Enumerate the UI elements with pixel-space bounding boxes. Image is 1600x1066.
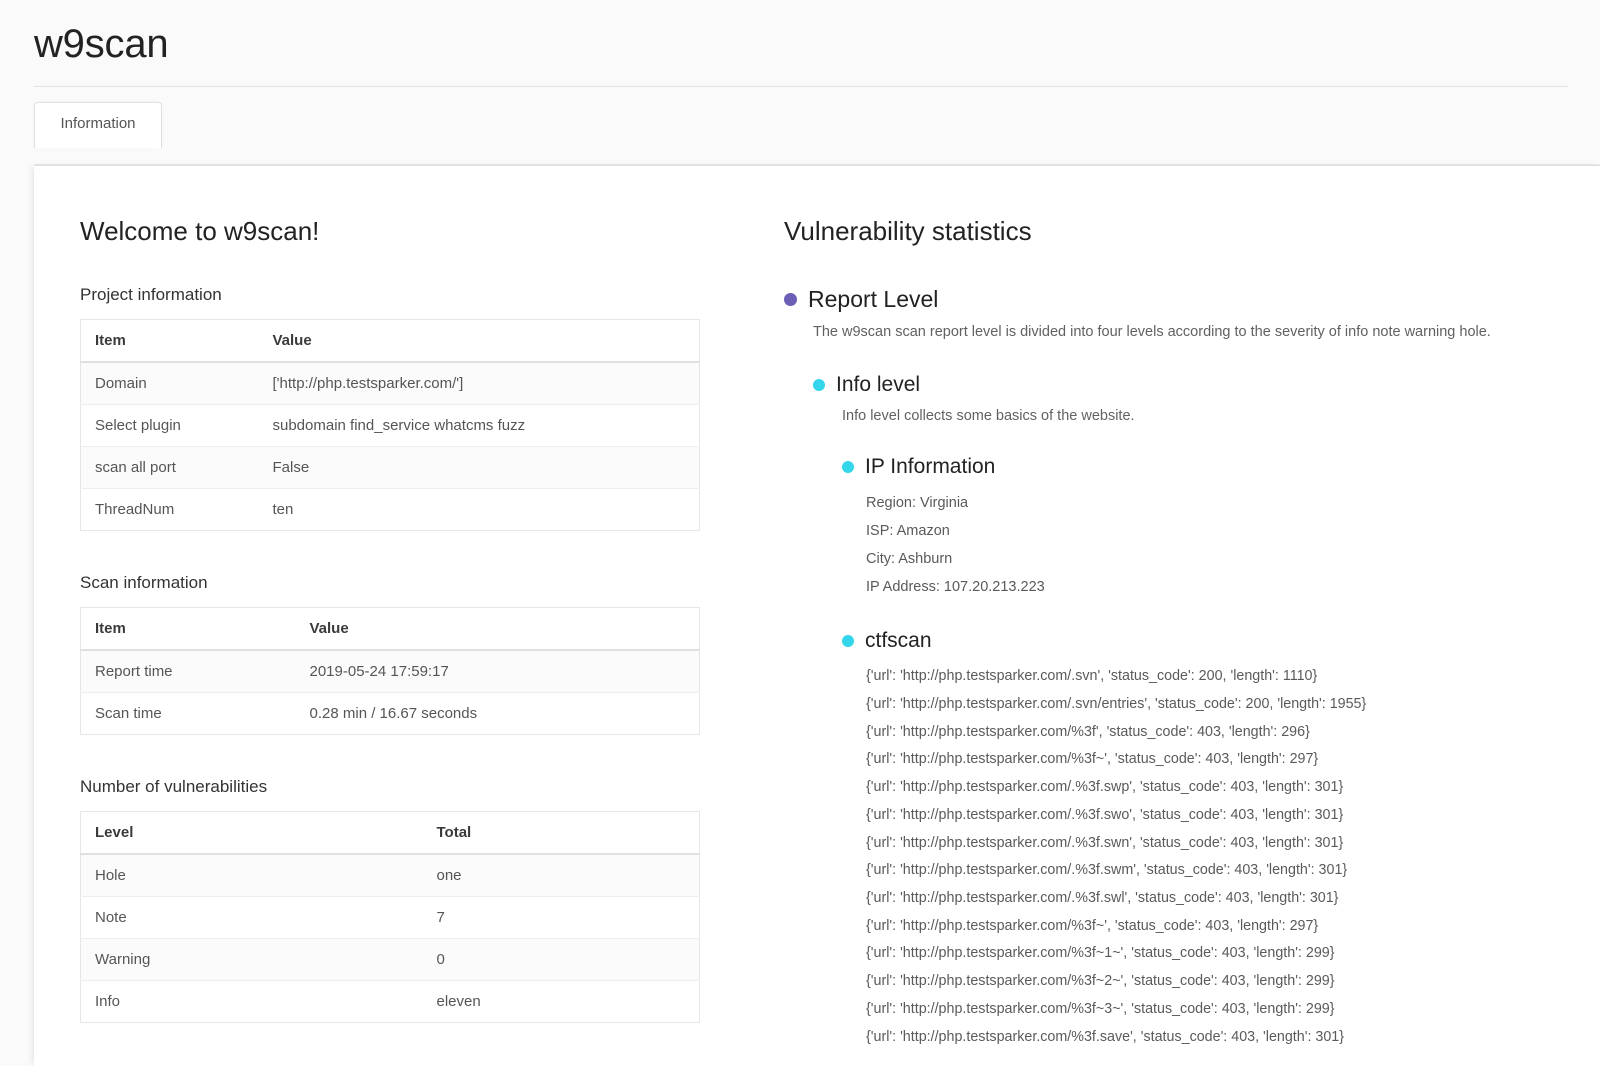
cell-item: Report time [81, 650, 296, 693]
column-header-item: Item [81, 320, 259, 363]
list-item: {'url': 'http://php.testsparker.com/%3f~… [866, 968, 1560, 996]
header-divider [34, 86, 1568, 87]
table-row: Domain ['http://php.testsparker.com/'] [81, 362, 700, 405]
list-item: {'url': 'http://php.testsparker.com/%3f~… [866, 746, 1560, 774]
table-row: Report time 2019-05-24 17:59:17 [81, 650, 700, 693]
info-level-header[interactable]: Info level [813, 372, 1560, 398]
table-row: ThreadNum ten [81, 489, 700, 531]
cell-value: subdomain find_service whatcms fuzz [259, 405, 700, 447]
scan-information-block: Scan information Item Value Report time … [80, 573, 740, 735]
cell-value: False [259, 447, 700, 489]
cell-item: Domain [81, 362, 259, 405]
list-item: {'url': 'http://php.testsparker.com/.svn… [866, 663, 1560, 691]
cell-total-warning: 0 [423, 939, 700, 981]
vulnerability-count-title: Number of vulnerabilities [80, 777, 740, 797]
table-row: scan all port False [81, 447, 700, 489]
list-item: Region: Virginia [866, 490, 1560, 518]
cell-item: scan all port [81, 447, 259, 489]
tab-information[interactable]: Information [34, 102, 162, 148]
info-level-node: Info level Info level collects some basi… [813, 372, 1560, 1052]
list-item: {'url': 'http://php.testsparker.com/%3f'… [866, 719, 1560, 747]
cell-value: ['http://php.testsparker.com/'] [259, 362, 700, 405]
cell-level: Note [81, 897, 423, 939]
project-information-title: Project information [80, 285, 740, 305]
list-item: ISP: Amazon [866, 518, 1560, 546]
table-row: Scan time 0.28 min / 16.67 seconds [81, 693, 700, 735]
column-header-item: Item [81, 608, 296, 651]
cell-level: Hole [81, 854, 423, 897]
report-level-description: The w9scan scan report level is divided … [813, 322, 1560, 344]
report-level-header[interactable]: Report Level [784, 285, 1560, 314]
list-item: {'url': 'http://php.testsparker.com/%3f~… [866, 913, 1560, 941]
table-row: Select plugin subdomain find_service wha… [81, 405, 700, 447]
table-row: Warning 0 [81, 939, 700, 981]
cell-item: Scan time [81, 693, 296, 735]
list-item: {'url': 'http://php.testsparker.com/.%3f… [866, 830, 1560, 858]
cell-item: ThreadNum [81, 489, 259, 531]
report-level-node: Report Level The w9scan scan report leve… [784, 285, 1560, 344]
column-header-level: Level [81, 812, 423, 855]
cell-level: Info [81, 981, 423, 1023]
page-root: w9scan Information Welcome to w9scan! Pr… [0, 0, 1600, 1066]
ip-information-list: Region: Virginia ISP: Amazon City: Ashbu… [866, 490, 1560, 602]
list-item: IP Address: 107.20.213.223 [866, 574, 1560, 602]
info-level-description: Info level collects some basics of the w… [842, 406, 1560, 428]
table-row: Note 7 [81, 897, 700, 939]
list-item: {'url': 'http://php.testsparker.com/.%3f… [866, 802, 1560, 830]
ctfscan-node: ctfscan {'url': 'http://php.testsparker.… [842, 628, 1560, 1052]
bullet-icon [813, 379, 825, 391]
project-information-block: Project information Item Value Domain ['… [80, 285, 740, 531]
bullet-icon [842, 461, 854, 473]
bullet-icon [784, 293, 797, 306]
cell-value: 0.28 min / 16.67 seconds [296, 693, 700, 735]
cell-value: ten [259, 489, 700, 531]
ctfscan-title: ctfscan [865, 628, 932, 654]
column-header-value: Value [296, 608, 700, 651]
ip-information-title: IP Information [865, 454, 995, 480]
vulnerability-count-table: Level Total Hole one Note 7 [80, 811, 700, 1023]
cell-total-note: 7 [423, 897, 700, 939]
welcome-heading: Welcome to w9scan! [80, 216, 740, 247]
vulnerability-statistics-heading: Vulnerability statistics [784, 216, 1560, 247]
column-header-total: Total [423, 812, 700, 855]
column-header-value: Value [259, 320, 700, 363]
table-header-row: Item Value [81, 320, 700, 363]
ctfscan-header[interactable]: ctfscan [842, 628, 1560, 654]
ip-information-node: IP Information Region: Virginia ISP: Ama… [842, 454, 1560, 602]
list-item: {'url': 'http://php.testsparker.com/%3f.… [866, 1024, 1560, 1052]
list-item: {'url': 'http://php.testsparker.com/.%3f… [866, 774, 1560, 802]
list-item: {'url': 'http://php.testsparker.com/%3f~… [866, 940, 1560, 968]
tab-bar: Information [34, 102, 1600, 146]
left-column: Welcome to w9scan! Project information I… [80, 216, 740, 1065]
right-column: Vulnerability statistics Report Level Th… [740, 216, 1560, 1065]
page-title: w9scan [34, 22, 1600, 66]
cell-total-hole: one [423, 854, 700, 897]
table-header-row: Level Total [81, 812, 700, 855]
list-item: {'url': 'http://php.testsparker.com/.%3f… [866, 857, 1560, 885]
scan-information-title: Scan information [80, 573, 740, 593]
cell-level: Warning [81, 939, 423, 981]
list-item: {'url': 'http://php.testsparker.com/.%3f… [866, 885, 1560, 913]
scan-information-table: Item Value Report time 2019-05-24 17:59:… [80, 607, 700, 735]
bullet-icon [842, 635, 854, 647]
list-item: {'url': 'http://php.testsparker.com/.svn… [866, 691, 1560, 719]
table-header-row: Item Value [81, 608, 700, 651]
vulnerability-count-block: Number of vulnerabilities Level Total Ho… [80, 777, 740, 1023]
content-panel: Welcome to w9scan! Project information I… [34, 165, 1600, 1066]
ip-information-header[interactable]: IP Information [842, 454, 1560, 480]
ctfscan-result-list: {'url': 'http://php.testsparker.com/.svn… [866, 663, 1560, 1051]
list-item: {'url': 'http://php.testsparker.com/%3f~… [866, 996, 1560, 1024]
project-information-table: Item Value Domain ['http://php.testspark… [80, 319, 700, 531]
report-level-title: Report Level [808, 285, 938, 314]
table-row: Hole one [81, 854, 700, 897]
list-item: City: Ashburn [866, 546, 1560, 574]
info-level-title: Info level [836, 372, 920, 398]
cell-value: 2019-05-24 17:59:17 [296, 650, 700, 693]
cell-item: Select plugin [81, 405, 259, 447]
table-row: Info eleven [81, 981, 700, 1023]
masthead: w9scan [0, 0, 1600, 86]
cell-total-info: eleven [423, 981, 700, 1023]
